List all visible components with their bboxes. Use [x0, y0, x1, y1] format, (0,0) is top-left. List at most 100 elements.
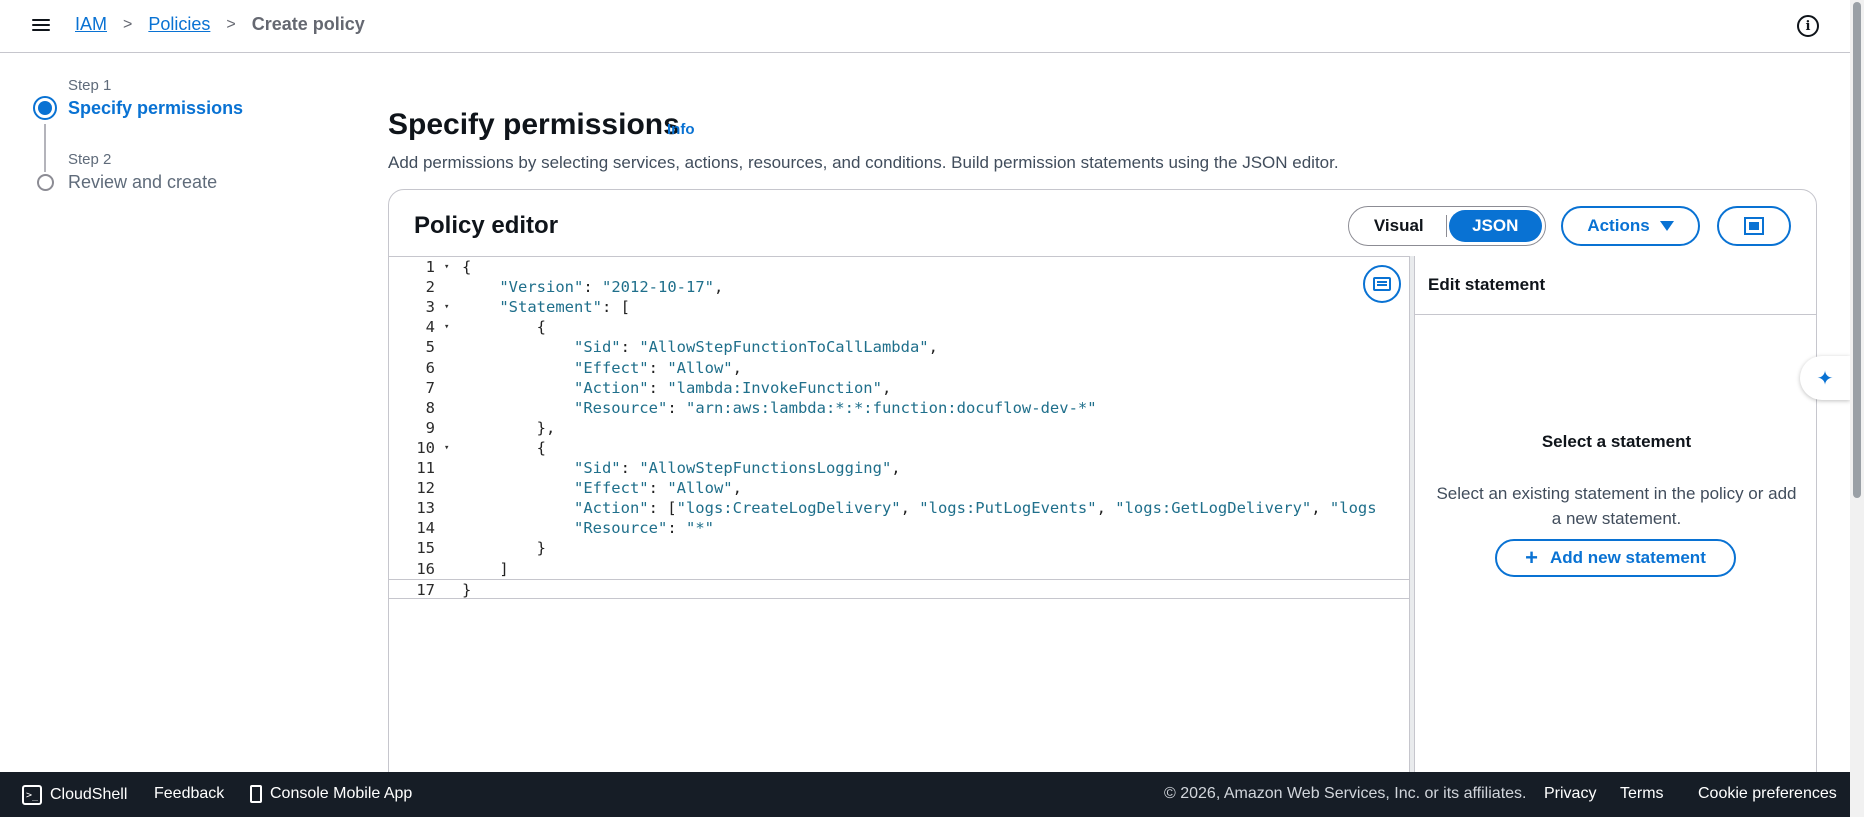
mobile-phone-icon — [250, 785, 262, 803]
step-1-label: Step 1 — [68, 77, 112, 94]
breadcrumb-iam[interactable]: IAM — [75, 14, 107, 35]
code-text: "Effect": "Allow", — [573, 358, 742, 377]
code-text: } — [462, 539, 546, 558]
code-text: "Statement": [ — [499, 298, 630, 317]
code-text: "Sid": "AllowStepFunctionsLogging", — [573, 459, 901, 477]
code-line[interactable]: 17} — [389, 578, 1409, 599]
line-number: 12 — [416, 479, 435, 498]
breadcrumb-separator-icon: > — [226, 15, 236, 33]
fold-toggle-icon[interactable]: ▾ — [444, 297, 449, 317]
fold-toggle-icon[interactable]: ▾ — [444, 438, 449, 458]
step-1-active-icon — [33, 96, 57, 120]
top-navigation-bar: IAM > Policies > Create policy i — [0, 0, 1850, 53]
select-statement-title: Select a statement — [1541, 432, 1692, 451]
step-2-label: Step 2 — [68, 151, 112, 168]
line-number: 9 — [425, 418, 435, 437]
line-number: 15 — [416, 539, 435, 558]
copyright-text: © 2026, Amazon Web Services, Inc. or its… — [1164, 785, 1527, 802]
add-new-statement-label: Add new statement — [1550, 548, 1706, 567]
code-line[interactable]: 5 "Sid": "AllowStepFunctionToCallLambda"… — [389, 337, 1409, 357]
terms-link[interactable]: Terms — [1620, 785, 1664, 803]
policy-editor-title: Policy editor — [414, 212, 559, 239]
code-line[interactable]: 14 "Resource": "*" — [389, 518, 1409, 538]
mobile-app-link[interactable]: Console Mobile App — [250, 785, 412, 803]
cloudshell-link[interactable]: >_ CloudShell — [22, 785, 127, 805]
code-text: ] — [462, 559, 509, 578]
line-number: 10 — [416, 438, 435, 457]
line-number: 17 — [416, 580, 435, 599]
code-line[interactable]: 4 ▾ { — [389, 317, 1409, 337]
code-text: "Action": "lambda:InvokeFunction", — [573, 378, 892, 397]
code-line[interactable]: 7 "Action": "lambda:InvokeFunction", — [389, 378, 1409, 398]
code-line[interactable]: 15 } — [389, 538, 1409, 558]
plus-icon: + — [1525, 545, 1538, 570]
line-number: 8 — [425, 398, 435, 417]
code-line[interactable]: 6 "Effect": "Allow", — [389, 358, 1409, 378]
scrollbar-thumb[interactable] — [1853, 2, 1861, 498]
edit-statement-panel: Edit statement Select a statement Select… — [1415, 256, 1816, 788]
privacy-link[interactable]: Privacy — [1544, 785, 1596, 803]
feedback-link[interactable]: Feedback — [154, 785, 224, 803]
code-line[interactable]: 3 ▾ "Statement": [ — [389, 297, 1409, 317]
line-number: 3 — [425, 298, 435, 317]
line-number: 13 — [416, 499, 435, 518]
code-text: { — [462, 438, 546, 457]
code-line[interactable]: 13 "Action": ["logs:CreateLogDelivery", … — [389, 498, 1409, 518]
code-text: "Version": "2012-10-17", — [499, 278, 724, 297]
main-content: Step 1 Specify permissions Step 2 Review… — [0, 54, 1850, 789]
line-number: 6 — [425, 358, 435, 377]
caret-down-icon — [1659, 221, 1674, 231]
line-number: 7 — [425, 378, 435, 397]
fold-toggle-icon[interactable]: ▾ — [444, 317, 449, 337]
code-line[interactable]: 11 "Sid": "AllowStepFunctionsLogging", — [389, 458, 1409, 478]
code-line[interactable]: 1 ▾ { — [389, 257, 1409, 277]
code-text: "Resource": "arn:aws:lambda:*:*:function… — [573, 398, 1097, 417]
code-text: "Action": ["logs:CreateLogDelivery", "lo… — [573, 499, 1377, 518]
info-link[interactable]: Info — [667, 121, 695, 138]
line-number: 5 — [425, 338, 435, 357]
step-specify-permissions[interactable]: Specify permissions — [68, 98, 243, 119]
segment-divider — [1445, 215, 1447, 237]
cloudshell-label: CloudShell — [50, 786, 128, 803]
line-number: 2 — [425, 278, 435, 297]
code-text: }, — [462, 418, 556, 437]
menu-icon[interactable] — [30, 16, 52, 36]
code-text: { — [462, 258, 472, 276]
stepper-connector — [44, 124, 46, 172]
edit-statement-title: Edit statement — [1428, 275, 1546, 294]
cloudshell-icon: >_ — [22, 785, 42, 805]
line-number: 11 — [416, 459, 435, 477]
code-line[interactable]: 8 "Resource": "arn:aws:lambda:*:*:functi… — [389, 398, 1409, 418]
json-mode-button[interactable]: JSON — [1448, 210, 1542, 242]
breadcrumb-policies[interactable]: Policies — [148, 14, 210, 35]
code-line[interactable]: 9 }, — [389, 418, 1409, 438]
edit-statement-header: Edit statement — [1415, 256, 1816, 315]
info-icon[interactable]: i — [1797, 15, 1819, 37]
console-footer: >_ CloudShell Feedback Console Mobile Ap… — [0, 772, 1850, 817]
code-text: "Resource": "*" — [573, 519, 714, 538]
code-line[interactable]: 10 ▾ { — [389, 438, 1409, 458]
page-scrollbar[interactable] — [1850, 0, 1864, 817]
json-code-editor[interactable]: 1 ▾{2 "Version": "2012-10-17", 3 ▾ "Stateme… — [389, 256, 1409, 788]
editor-mode-toggle: Visual JSON — [1348, 206, 1546, 246]
actions-dropdown-button[interactable]: Actions — [1561, 206, 1700, 246]
visual-mode-button[interactable]: Visual — [1352, 210, 1446, 242]
line-number: 1 — [425, 258, 435, 276]
add-new-statement-button[interactable]: + Add new statement — [1495, 539, 1736, 577]
cookie-preferences-link[interactable]: Cookie preferences — [1698, 785, 1837, 803]
code-text: "Effect": "Allow", — [573, 479, 742, 498]
code-line[interactable]: 16 ] — [389, 559, 1409, 579]
line-number: 14 — [416, 519, 435, 538]
ai-assistant-sparkle-icon[interactable]: ✦ — [1800, 356, 1850, 400]
fullscreen-icon — [1744, 217, 1764, 235]
fold-toggle-icon[interactable]: ▾ — [444, 257, 449, 277]
actions-label: Actions — [1587, 216, 1650, 235]
policy-editor-card: Policy editor Visual JSON Actions 1 ▾ {2 "… — [388, 189, 1817, 789]
step-review-and-create: Review and create — [68, 172, 218, 192]
breadcrumb-separator-icon: > — [123, 15, 133, 33]
fullscreen-button[interactable] — [1717, 206, 1791, 246]
page-description: Add permissions by selecting services, a… — [388, 153, 1339, 172]
code-line[interactable]: 2 "Version": "2012-10-17", — [389, 277, 1409, 297]
select-statement-description: Select an existing statement in the poli… — [1436, 484, 1797, 528]
code-line[interactable]: 12 "Effect": "Allow", — [389, 478, 1409, 498]
